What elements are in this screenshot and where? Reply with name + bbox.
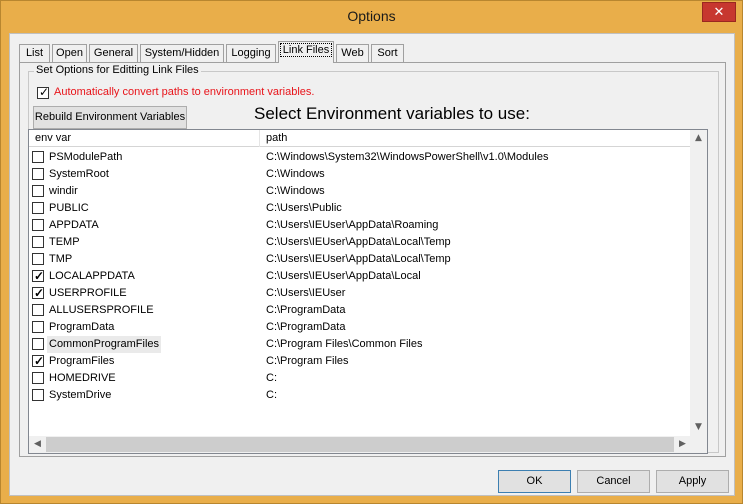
table-row[interactable]: ALLUSERSPROFILE C:\ProgramData — [29, 302, 691, 319]
table-row[interactable]: ProgramFiles C:\Program Files — [29, 353, 691, 370]
table-row[interactable]: ProgramData C:\ProgramData — [29, 319, 691, 336]
row-checkbox[interactable] — [32, 219, 44, 231]
close-button[interactable]: ✕ — [702, 2, 736, 22]
select-env-vars-heading: Select Environment variables to use: — [254, 104, 530, 123]
env-var-path: C:\Program Files\Common Files — [266, 338, 423, 350]
env-var-name: TMP — [49, 253, 73, 265]
env-var-name: PUBLIC — [49, 202, 89, 214]
auto-convert-checkbox[interactable] — [37, 85, 49, 99]
env-var-name: ProgramFiles — [49, 355, 115, 367]
env-var-name: PSModulePath — [49, 151, 123, 163]
env-var-path: C:\Users\IEUser — [266, 287, 346, 299]
scroll-left-icon[interactable]: ◀ — [29, 436, 46, 453]
horizontal-scrollbar[interactable]: ◀ ▶ — [29, 436, 691, 453]
row-checkbox[interactable] — [32, 389, 44, 401]
table-row[interactable]: CommonProgramFiles C:\Program Files\Commo… — [29, 336, 691, 353]
env-var-path: C: — [266, 372, 277, 384]
env-var-path: C:\Users\Public — [266, 202, 342, 214]
table-row[interactable]: windir C:\Windows — [29, 183, 691, 200]
tab-open[interactable]: Open — [52, 44, 87, 62]
ok-button[interactable]: OK — [498, 470, 571, 493]
row-checkbox[interactable] — [32, 338, 44, 350]
row-checkbox[interactable] — [32, 304, 44, 316]
row-checkbox[interactable] — [32, 202, 44, 214]
env-var-path: C:\Users\IEUser\AppData\Roaming — [266, 219, 439, 231]
row-checkbox[interactable] — [32, 321, 44, 333]
list-header: env var path — [29, 130, 707, 147]
table-row[interactable]: APPDATA C:\Users\IEUser\AppData\Roaming — [29, 217, 691, 234]
env-vars-list[interactable]: env var path PSModulePath C:\Windows\Syst… — [28, 129, 708, 454]
window-title: Options — [347, 8, 396, 24]
row-checkbox[interactable] — [32, 253, 44, 265]
env-var-path: C:\Users\IEUser\AppData\Local\Temp — [266, 253, 451, 265]
scroll-down-icon[interactable]: ▼ — [690, 419, 707, 436]
env-var-name: HOMEDRIVE — [49, 372, 116, 384]
column-path[interactable]: path — [260, 130, 707, 147]
row-checkbox[interactable] — [32, 353, 44, 370]
dialog-client-area: List Open General System/Hidden Logging … — [9, 33, 735, 496]
env-var-path: C:\Windows\System32\WindowsPowerShell\v1… — [266, 151, 549, 163]
rebuild-env-vars-button[interactable]: Rebuild Environment Variables — [33, 106, 187, 129]
env-var-path: C:\ProgramData — [266, 321, 346, 333]
env-var-name: ProgramData — [49, 321, 115, 333]
tab-general[interactable]: General — [89, 44, 138, 62]
table-row[interactable]: TMP C:\Users\IEUser\AppData\Local\Temp — [29, 251, 691, 268]
title-bar[interactable]: Options ✕ — [1, 1, 742, 33]
env-var-name: LOCALAPPDATA — [49, 270, 135, 282]
auto-convert-label: Automatically convert paths to environme… — [54, 86, 315, 98]
table-row[interactable]: PSModulePath C:\Windows\System32\WindowsP… — [29, 149, 691, 166]
apply-button[interactable]: Apply — [656, 470, 729, 493]
tab-sort[interactable]: Sort — [371, 44, 404, 62]
group-label: Set Options for Editting Link Files — [34, 64, 201, 76]
env-var-name: TEMP — [49, 236, 80, 248]
scroll-right-icon[interactable]: ▶ — [674, 436, 691, 453]
table-row[interactable]: TEMP C:\Users\IEUser\AppData\Local\Temp — [29, 234, 691, 251]
env-var-path: C:\Windows — [266, 185, 325, 197]
row-checkbox[interactable] — [32, 372, 44, 384]
options-window: Options ✕ List Open General System/Hidde… — [0, 0, 743, 504]
table-row[interactable]: HOMEDRIVE C: — [29, 370, 691, 387]
row-checkbox[interactable] — [32, 185, 44, 197]
table-row[interactable]: LOCALAPPDATA C:\Users\IEUser\AppData\Loca… — [29, 268, 691, 285]
close-icon: ✕ — [713, 5, 725, 20]
tab-web[interactable]: Web — [336, 44, 369, 62]
table-row[interactable]: SystemDrive C: — [29, 387, 691, 404]
row-checkbox[interactable] — [32, 268, 44, 285]
row-checkbox[interactable] — [32, 168, 44, 180]
row-checkbox[interactable] — [32, 285, 44, 302]
tab-list[interactable]: List — [19, 44, 50, 62]
env-var-name: CommonProgramFiles — [47, 336, 162, 353]
env-var-name: SystemRoot — [49, 168, 109, 180]
scroll-corner — [690, 436, 707, 453]
env-var-name: APPDATA — [49, 219, 99, 231]
env-var-path: C:\Windows — [266, 168, 325, 180]
cancel-button[interactable]: Cancel — [577, 470, 650, 493]
tab-link-files[interactable]: Link Files — [278, 41, 334, 63]
horizontal-scroll-thumb[interactable] — [46, 437, 674, 452]
row-checkbox[interactable] — [32, 151, 44, 163]
env-var-path: C:\Users\IEUser\AppData\Local — [266, 270, 421, 282]
row-checkbox[interactable] — [32, 236, 44, 248]
env-var-path: C:\Program Files — [266, 355, 349, 367]
env-var-path: C:\ProgramData — [266, 304, 346, 316]
env-var-name: ALLUSERSPROFILE — [49, 304, 154, 316]
env-var-path: C:\Users\IEUser\AppData\Local\Temp — [266, 236, 451, 248]
table-row[interactable]: PUBLIC C:\Users\Public — [29, 200, 691, 217]
table-row[interactable]: SystemRoot C:\Windows — [29, 166, 691, 183]
table-row[interactable]: USERPROFILE C:\Users\IEUser — [29, 285, 691, 302]
tab-logging[interactable]: Logging — [226, 44, 276, 62]
env-var-name: SystemDrive — [49, 389, 112, 401]
env-var-path: C: — [266, 389, 277, 401]
env-var-name: windir — [49, 185, 78, 197]
tab-system-hidden[interactable]: System/Hidden — [140, 44, 224, 62]
column-env-var[interactable]: env var — [29, 130, 260, 147]
vertical-scrollbar[interactable]: ▲ ▼ — [690, 130, 707, 436]
env-var-name: USERPROFILE — [49, 287, 127, 299]
scroll-up-icon[interactable]: ▲ — [690, 130, 707, 147]
